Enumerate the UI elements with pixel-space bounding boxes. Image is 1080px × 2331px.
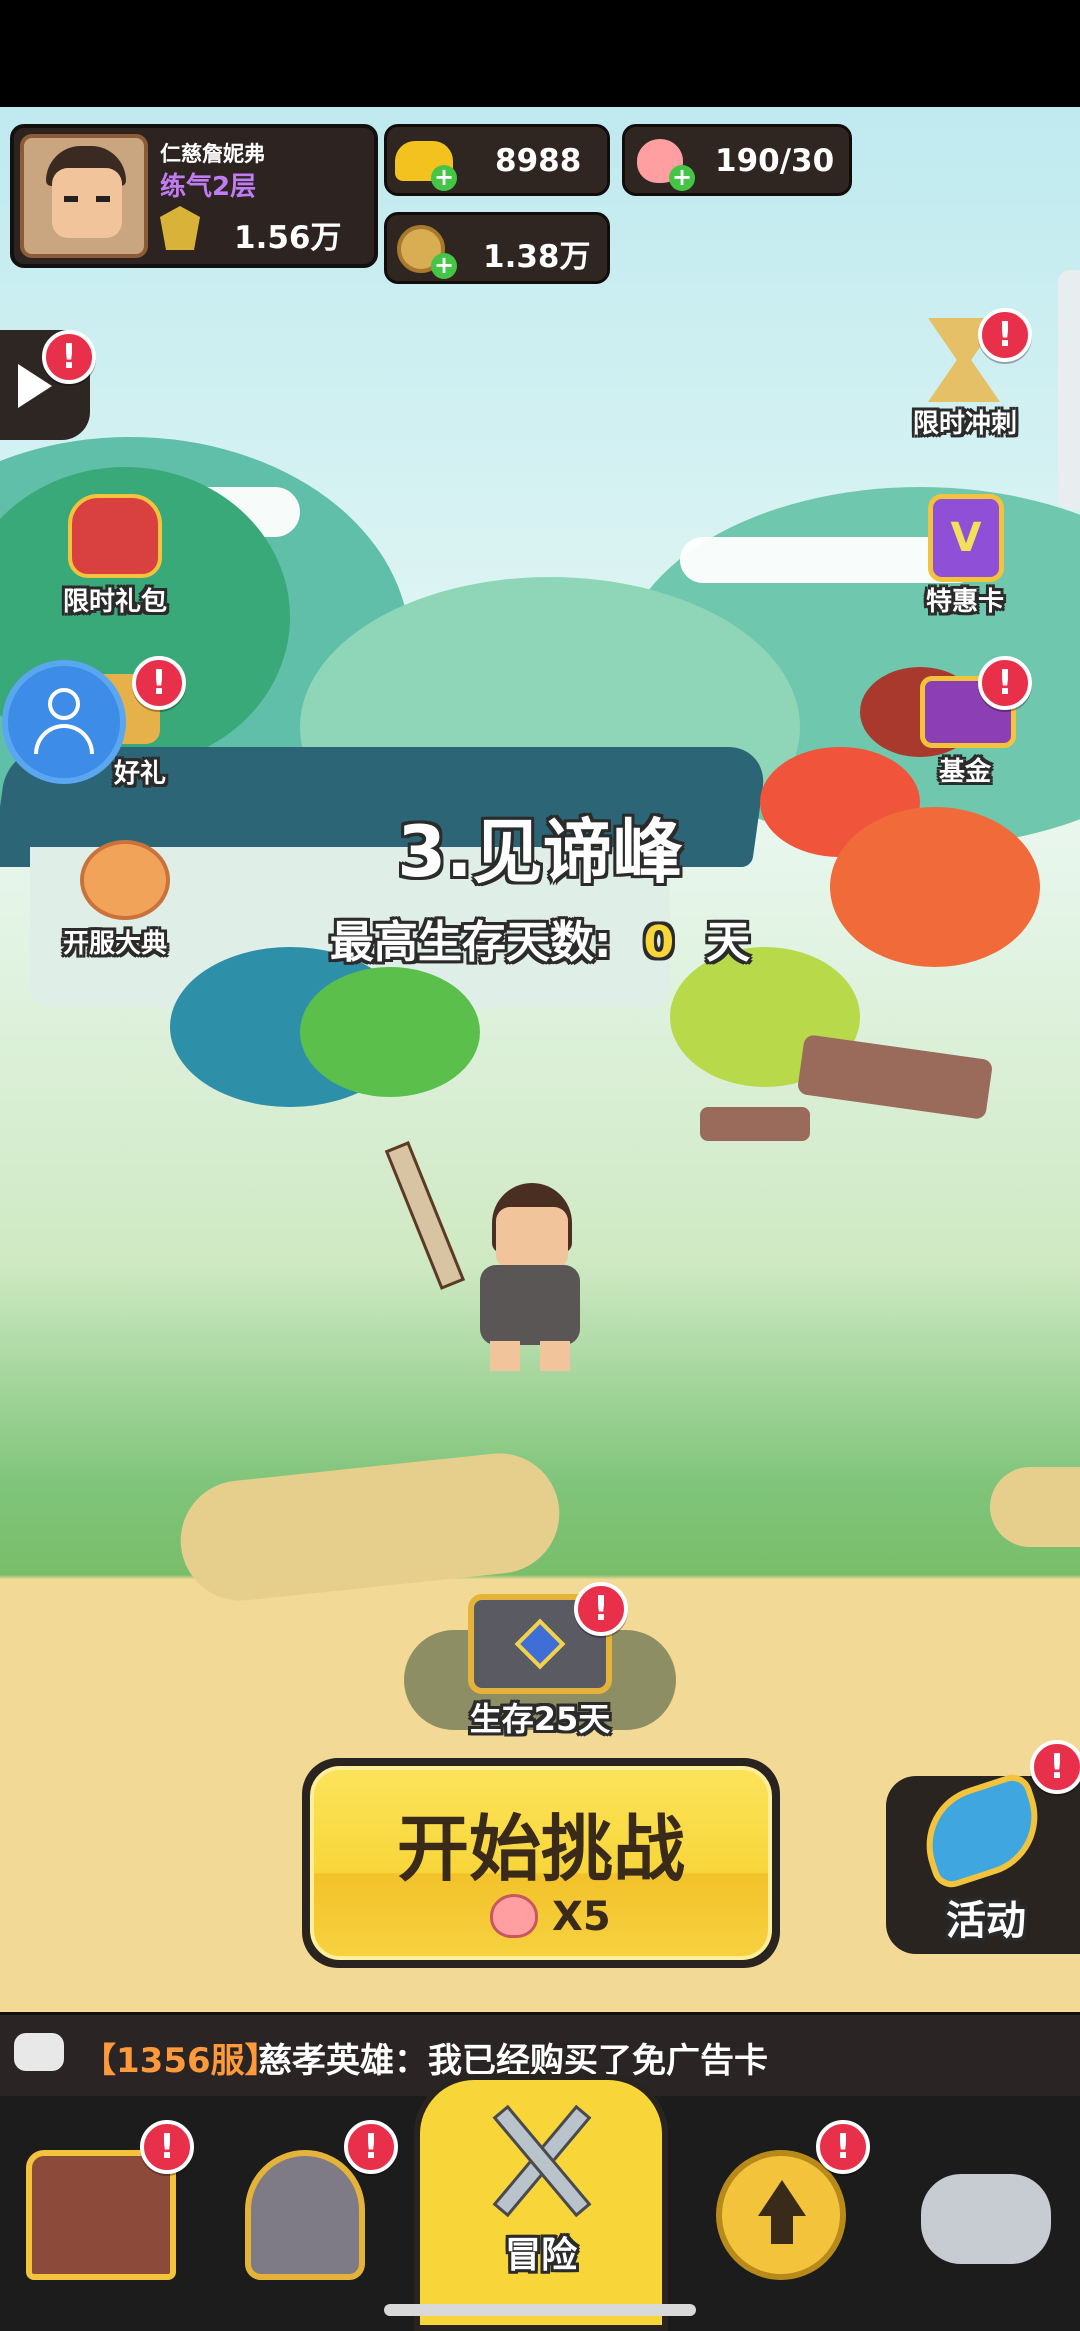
avatar[interactable] <box>20 134 148 258</box>
fund-badge: ! <box>978 656 1032 710</box>
activity-button[interactable]: 活动 <box>886 1769 1080 1954</box>
special-card-label: 特惠卡 <box>925 587 1004 617</box>
cloud-lock-icon <box>921 2174 1051 2264</box>
special-card-button[interactable]: V 特惠卡 <box>890 488 1040 618</box>
scroll-edge <box>1058 270 1080 510</box>
activity-badge: ! <box>1030 1740 1080 1794</box>
survival-prefix: 最高生存天数: <box>329 917 612 968</box>
power-icon <box>160 206 200 250</box>
gold-value: 8988 <box>495 143 582 179</box>
limited-gift-button[interactable]: 限时礼包 <box>40 488 190 618</box>
chest-badge: ! <box>574 1582 628 1636</box>
player-rank: 练气2层 <box>160 172 257 202</box>
start-challenge-label: 开始挑战 <box>396 1807 685 1891</box>
stamina-value: 190/30 <box>715 143 835 179</box>
activity-label: 活动 <box>946 1898 1026 1944</box>
nav-shop-badge: ! <box>140 2120 194 2174</box>
nav-locked[interactable] <box>885 2110 1080 2315</box>
ground-patch <box>174 1447 566 1607</box>
bush-green <box>300 967 480 1097</box>
nav-hero-badge: ! <box>344 2120 398 2174</box>
survival-days: 0 <box>643 917 675 968</box>
chat-server: 【1356服】 <box>82 2041 279 2081</box>
upgrade-arrow-icon <box>716 2150 846 2280</box>
rock-2 <box>700 1107 810 1141</box>
nav-adventure-label: 冒险 <box>504 2235 577 2276</box>
start-challenge-button[interactable]: 开始挑战 X5 <box>302 1758 780 1968</box>
stage-title: 3.见谛峰 <box>397 811 683 893</box>
status-bar <box>0 0 1080 107</box>
coin-panel[interactable]: + 1.38万 <box>384 212 610 284</box>
vip-card-icon: V <box>928 494 1004 582</box>
limited-sprint-badge: ! <box>978 308 1032 362</box>
survival-suffix: 天 <box>706 917 751 968</box>
limited-gift-label: 限时礼包 <box>62 587 167 617</box>
chat-bubble-icon <box>14 2033 64 2071</box>
helmet-icon <box>245 2150 365 2280</box>
limited-sprint-label: 限时冲刺 <box>912 409 1017 439</box>
nav-upgrade-badge: ! <box>816 2120 870 2174</box>
stamina-panel[interactable]: + 190/30 <box>622 124 852 196</box>
survival-chest-label: 生存25天 <box>469 1700 611 1738</box>
rock-1 <box>796 1034 994 1120</box>
survival-record: 最高生存天数: 0 天 <box>0 906 1080 970</box>
player-name: 仁慈詹妮弗 <box>160 142 265 166</box>
ground-patch-2 <box>990 1467 1080 1547</box>
video-badge: ! <box>42 330 96 384</box>
nav-adventure[interactable]: 冒险 <box>414 2074 668 2331</box>
gift-bag-icon <box>68 494 162 578</box>
peach-cost-icon <box>490 1894 538 1938</box>
hero-character <box>384 1135 600 1375</box>
crossed-swords-icon <box>476 2096 606 2226</box>
player-power: 1.56万 <box>234 220 342 256</box>
user-icon <box>48 688 80 720</box>
home-indicator[interactable] <box>384 2304 696 2316</box>
player-panel[interactable]: 仁慈詹妮弗 练气2层 1.56万 <box>10 124 378 268</box>
gold-add-icon[interactable]: + <box>431 165 457 191</box>
coin-add-icon[interactable]: + <box>431 253 457 279</box>
assistant-float-button[interactable] <box>2 660 126 784</box>
friend-gift-badge: ! <box>132 656 186 710</box>
stamina-add-icon[interactable]: + <box>669 165 695 191</box>
coin-value: 1.38万 <box>483 239 591 275</box>
start-challenge-cost: X5 <box>552 1894 611 1940</box>
horn-icon <box>911 1769 1053 1893</box>
gold-panel[interactable]: + 8988 <box>384 124 610 196</box>
fund-label: 基金 <box>938 757 991 787</box>
